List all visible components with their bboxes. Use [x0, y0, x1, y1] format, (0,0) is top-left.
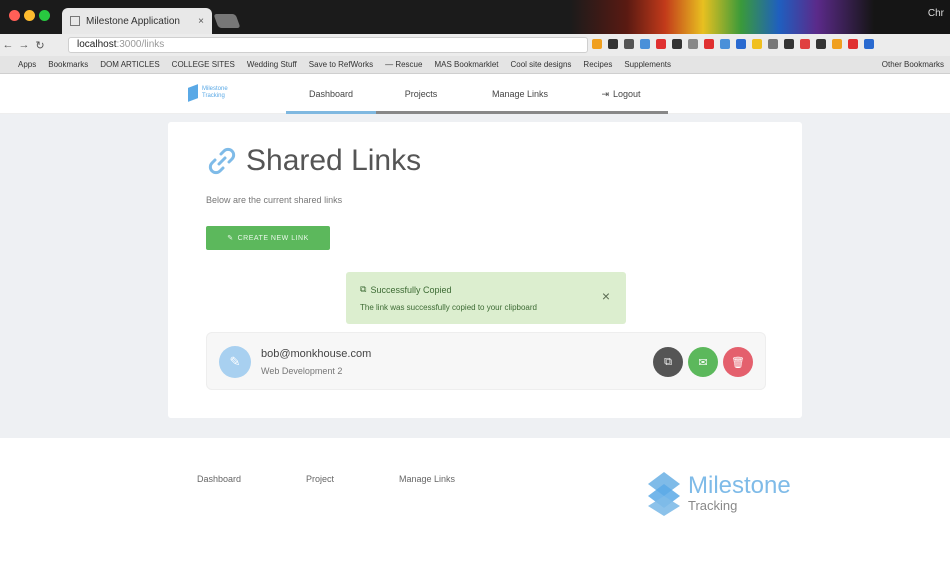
other-bookmarks[interactable]: Other Bookmarks [882, 60, 950, 69]
nav-logo[interactable]: Milestone Tracking [188, 84, 228, 102]
reload-icon[interactable]: ↻ [32, 39, 48, 52]
extension-icon[interactable] [624, 39, 634, 49]
milestone-logo-icon [648, 472, 680, 516]
copy-link-button[interactable]: ⧉ [653, 347, 683, 377]
avatar: ✎ [219, 346, 251, 378]
nav-logo-line1: Milestone [202, 86, 228, 92]
footer-brand-sub: Tracking [688, 498, 738, 513]
nav-item-manage-links[interactable]: Manage Links [466, 74, 574, 114]
page-subtitle: Below are the current shared links [206, 195, 343, 205]
trash-icon: 🗑 [731, 356, 745, 369]
browser-user-chip[interactable]: Chr [928, 8, 944, 19]
shared-links-card: Shared Links Below are the current share… [168, 122, 802, 418]
extension-icon[interactable] [848, 39, 858, 49]
extension-icon[interactable] [864, 39, 874, 49]
address-path: :3000/links [116, 39, 165, 50]
link-email: bob@monkhouse.com [261, 348, 372, 360]
extension-icon[interactable] [816, 39, 826, 49]
browser-tab-strip: Milestone Application × Chr [0, 0, 950, 34]
bookmark-item[interactable]: MAS Bookmarklet [434, 60, 498, 69]
page-header: Shared Links [206, 144, 421, 178]
bookmark-item[interactable]: Recipes [583, 60, 612, 69]
copy-icon: ⧉ [664, 355, 672, 368]
close-window-button[interactable] [9, 10, 20, 21]
link-project: Web Development 2 [261, 366, 343, 376]
extension-icon[interactable] [768, 39, 778, 49]
nav-item-label: Dashboard [308, 89, 354, 99]
maximize-window-button[interactable] [39, 10, 50, 21]
bookmark-item[interactable]: Apps [18, 60, 36, 69]
nav-logo-text: Milestone Tracking [202, 86, 228, 100]
bookmark-item[interactable]: Cool site designs [511, 60, 572, 69]
bookmark-item[interactable]: COLLEGE SITES [172, 60, 235, 69]
extension-icon[interactable] [736, 39, 746, 49]
new-tab-button[interactable] [213, 14, 241, 28]
app-nav-bar: Milestone Tracking Dashboard Projects Ma… [0, 74, 950, 114]
list-item: ✎ bob@monkhouse.com Web Development 2 ⧉ … [206, 332, 766, 390]
extension-icon[interactable] [800, 39, 810, 49]
bookmark-item[interactable]: — Rescue [385, 60, 422, 69]
bookmark-item[interactable]: Wedding Stuff [247, 60, 297, 69]
toast-message: The link was successfully copied to your… [360, 303, 537, 312]
toast-title-text: Successfully Copied [370, 284, 452, 295]
copy-icon: ⧉ [360, 284, 367, 294]
extension-icon[interactable] [832, 39, 842, 49]
bookmark-item[interactable]: DOM ARTICLES [100, 60, 159, 69]
browser-tab-title: Milestone Application [86, 15, 180, 27]
pencil-icon: ✎ [227, 235, 234, 242]
bookmark-item[interactable]: Supplements [624, 60, 671, 69]
extension-icon[interactable] [640, 39, 650, 49]
footer-logo: Milestone Tracking [646, 470, 791, 518]
nav-item-label: Projects [404, 89, 438, 99]
nav-item-dashboard[interactable]: Dashboard [286, 74, 376, 114]
pencil-icon: ✎ [229, 354, 241, 369]
nav-item-logout[interactable]: ⇥ Logout [574, 74, 668, 114]
email-link-button[interactable]: ✉ [688, 347, 718, 377]
minimize-window-button[interactable] [24, 10, 35, 21]
footer-link-manage-links[interactable]: Manage Links [399, 474, 455, 484]
milestone-logo-icon [188, 84, 198, 102]
nav-item-label: Manage Links [491, 89, 549, 99]
create-new-link-label: CREATE NEW LINK [237, 234, 309, 242]
toast-title: ⧉ Successfully Copied [360, 284, 612, 295]
create-new-link-button[interactable]: ✎ CREATE NEW LINK [206, 226, 330, 250]
success-toast: ⧉ Successfully Copied The link was succe… [346, 272, 626, 324]
footer-brand: Milestone Tracking [688, 474, 791, 514]
close-icon[interactable]: × [602, 288, 610, 304]
extension-icon[interactable] [672, 39, 682, 49]
extension-icon[interactable] [592, 39, 602, 49]
bookmark-item[interactable]: Bookmarks [48, 60, 88, 69]
browser-tab[interactable]: Milestone Application × [62, 8, 212, 34]
address-host: localhost [77, 39, 117, 50]
page-title: Shared Links [246, 144, 422, 177]
bookmark-item[interactable]: Save to RefWorks [309, 60, 373, 69]
extension-icons [592, 39, 874, 49]
bookmarks-bar: Apps Bookmarks DOM ARTICLES COLLEGE SITE… [0, 56, 950, 74]
footer-link-dashboard[interactable]: Dashboard [197, 474, 241, 484]
extension-icon[interactable] [704, 39, 714, 49]
extension-icon[interactable] [784, 39, 794, 49]
footer-brand-name: Milestone [688, 472, 791, 499]
email-icon: ✉ [698, 356, 708, 369]
nav-item-projects[interactable]: Projects [376, 74, 466, 114]
extension-icon[interactable] [656, 39, 666, 49]
tab-close-icon[interactable]: × [198, 16, 204, 27]
page-icon [70, 16, 80, 26]
link-icon [208, 147, 236, 175]
browser-toolbar: ← → ↻ localhost:3000/links [0, 34, 950, 56]
forward-icon[interactable]: → [16, 39, 32, 51]
extension-icon[interactable] [608, 39, 618, 49]
footer-link-project[interactable]: Project [306, 474, 334, 484]
logout-icon: ⇥ [601, 88, 609, 99]
back-icon[interactable]: ← [0, 39, 16, 51]
extension-icon[interactable] [688, 39, 698, 49]
extension-icon[interactable] [720, 39, 730, 49]
address-bar[interactable]: localhost:3000/links [68, 37, 588, 53]
nav-logo-line2: Tracking [202, 93, 225, 99]
delete-link-button[interactable]: 🗑 [723, 347, 753, 377]
nav-item-label: Logout [613, 89, 641, 99]
extension-icon[interactable] [752, 39, 762, 49]
